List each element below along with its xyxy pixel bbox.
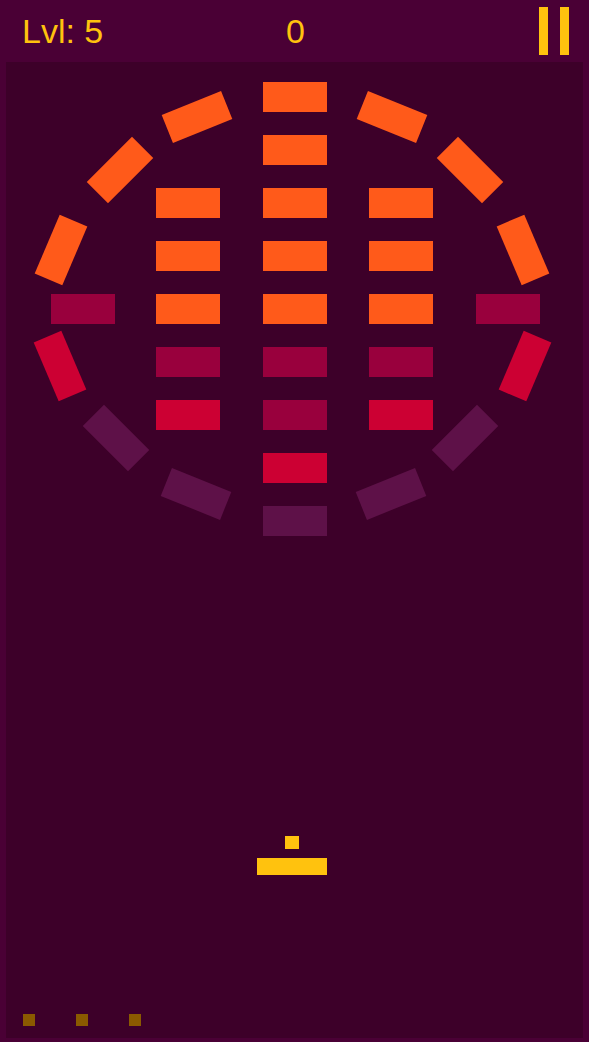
brick (156, 400, 220, 430)
brick (156, 294, 220, 324)
brick (369, 347, 433, 377)
brick (156, 347, 220, 377)
brick (497, 215, 550, 286)
brick (263, 453, 327, 483)
brick (35, 215, 88, 286)
brick (161, 468, 232, 520)
play-field[interactable] (6, 62, 583, 1038)
brick (369, 294, 433, 324)
brick (263, 241, 327, 271)
brick (83, 405, 149, 471)
brick (156, 241, 220, 271)
life-icon (23, 1014, 35, 1026)
brick (432, 405, 498, 471)
brick (34, 331, 87, 402)
brick (263, 82, 327, 112)
brick (263, 294, 327, 324)
brick (369, 188, 433, 218)
brick (263, 347, 327, 377)
life-icon (76, 1014, 88, 1026)
life-icon (129, 1014, 141, 1026)
brick (51, 294, 115, 324)
brick (263, 506, 327, 536)
brick (263, 188, 327, 218)
brick (369, 241, 433, 271)
brick (356, 468, 427, 520)
brick (357, 91, 428, 143)
brick (156, 188, 220, 218)
brick (499, 331, 552, 402)
brick (263, 135, 327, 165)
hud-bar: Lvl: 5 0 (0, 0, 589, 62)
score-label: 0 (286, 12, 305, 50)
pause-icon[interactable] (539, 7, 569, 55)
level-label: Lvl: 5 (22, 12, 103, 50)
brick (369, 400, 433, 430)
paddle[interactable] (257, 858, 327, 875)
brick (476, 294, 540, 324)
brick (87, 137, 153, 203)
brick (263, 400, 327, 430)
ball (285, 836, 299, 849)
brick (437, 137, 503, 203)
brick (162, 91, 233, 143)
